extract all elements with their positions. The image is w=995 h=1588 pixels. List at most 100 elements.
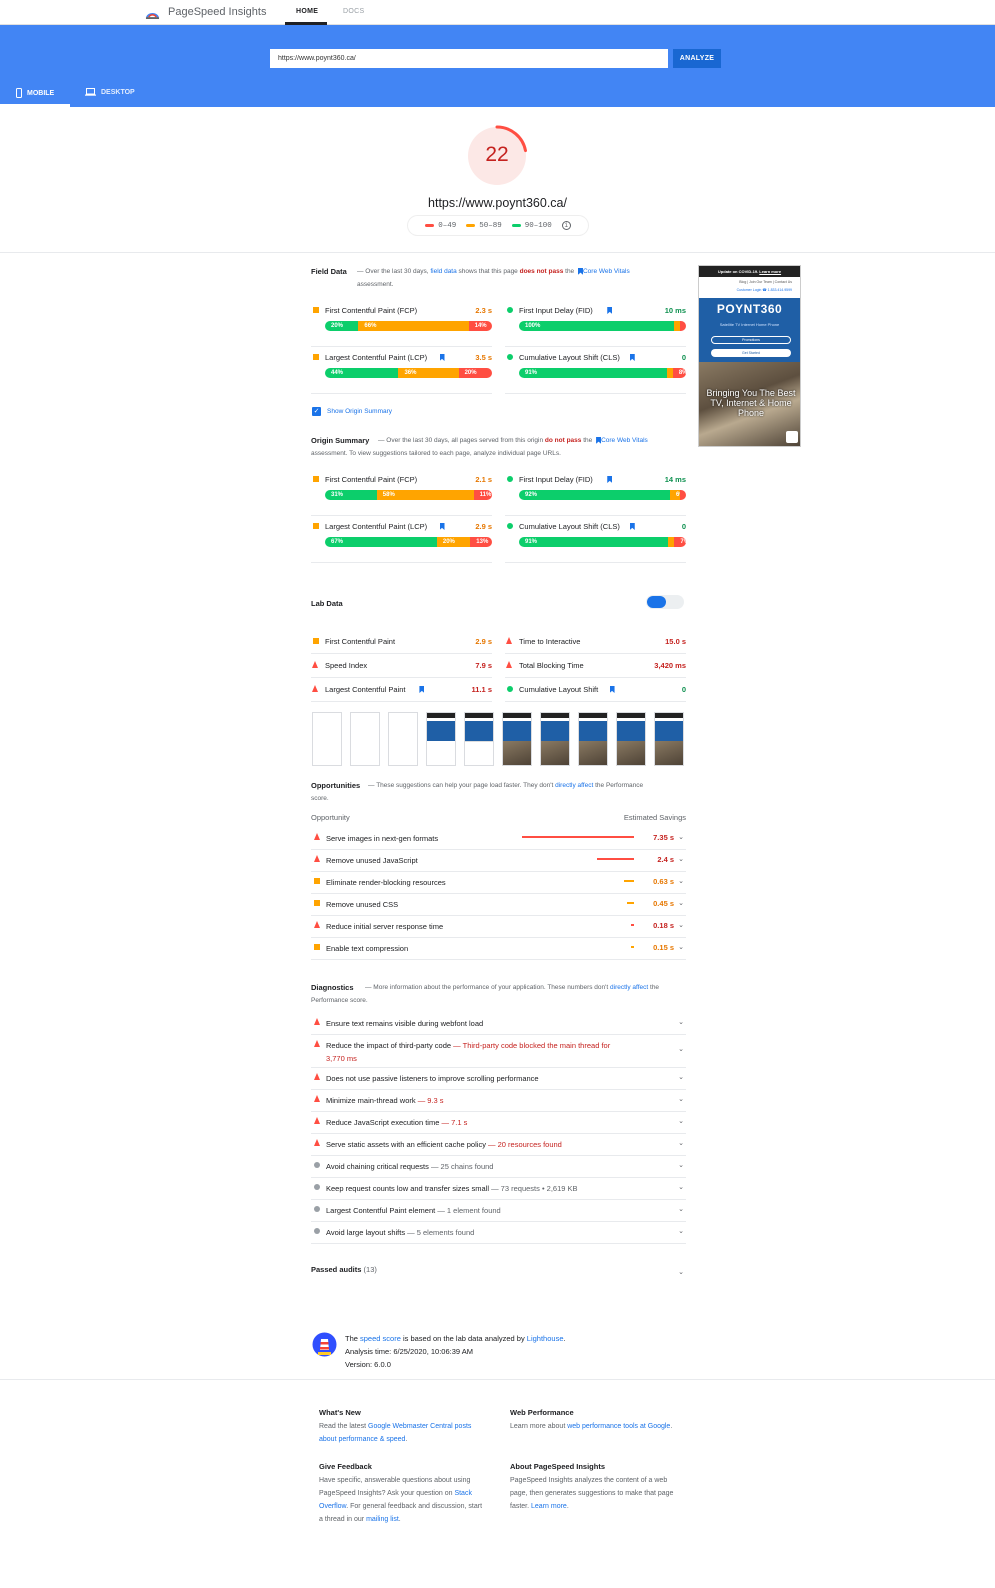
covid-learn-more: Learn more: [759, 269, 782, 274]
metric-status-icon: [507, 523, 513, 529]
distribution-segment: 66%: [358, 321, 469, 331]
opportunity-row[interactable]: Enable text compression 0.15 s ⌄: [311, 938, 686, 960]
diagnostic-row[interactable]: Serve static assets with an efficient ca…: [311, 1134, 686, 1156]
footer-heading: What's New: [319, 1408, 361, 1417]
metric-status-icon: [507, 476, 513, 482]
field-data-description: — Over the last 30 days, field data show…: [357, 267, 630, 288]
bookmark-icon: [609, 686, 615, 693]
savings-bar: [597, 858, 634, 860]
learn-more-link[interactable]: Learn more: [531, 1503, 567, 1510]
diagnostic-row[interactable]: Minimize main-thread work — 9.3 s ⌄: [311, 1090, 686, 1112]
diagnostic-row[interactable]: Avoid large layout shifts — 5 elements f…: [311, 1222, 686, 1244]
chevron-down-icon[interactable]: ⌄: [678, 1183, 684, 1191]
legend-pass-swatch: [511, 224, 521, 227]
opportunity-row[interactable]: Remove unused CSS 0.45 s ⌄: [311, 894, 686, 916]
opportunity-row[interactable]: Remove unused JavaScript 2.4 s ⌄: [311, 850, 686, 872]
chevron-down-icon[interactable]: ⌄: [678, 1139, 684, 1147]
toggle-knob: [647, 596, 666, 608]
nav-home-tab[interactable]: HOME: [296, 8, 318, 15]
lab-metric: Largest Contentful Paint 11.1 s: [311, 678, 492, 702]
app-title[interactable]: PageSpeed Insights: [168, 6, 266, 18]
origin-summary-checkbox[interactable]: ✓: [312, 407, 321, 416]
metric-value: 3,420 ms: [654, 661, 686, 670]
diagnostic-row[interactable]: Largest Contentful Paint element — 1 ele…: [311, 1200, 686, 1222]
chevron-down-icon[interactable]: ⌄: [678, 1045, 684, 1053]
chevron-down-icon[interactable]: ⌄: [678, 855, 684, 863]
distribution-segment: 100%: [519, 321, 674, 331]
analyzed-url: https://www.poynt360.ca/: [428, 196, 567, 210]
diagnostic-row[interactable]: Avoid chaining critical requests — 25 ch…: [311, 1156, 686, 1178]
audit-status-icon: [314, 1139, 320, 1146]
diagnostic-row[interactable]: Reduce JavaScript execution time — 7.1 s…: [311, 1112, 686, 1134]
cwv-metric-card: First Contentful Paint (FCP) 2.1 s 31% 58% 1…: [311, 470, 492, 516]
chevron-down-icon[interactable]: ⌄: [678, 1018, 684, 1026]
web-performance-tools-link[interactable]: web performance tools at Google: [567, 1423, 670, 1430]
nav-docs-tab[interactable]: DOCS: [343, 8, 364, 15]
bookmark-icon: [439, 354, 445, 361]
diagnostic-detail: — 7.1 s: [441, 1118, 468, 1127]
chevron-down-icon[interactable]: ⌄: [678, 1161, 684, 1169]
preview-button-1: Promotions: [711, 336, 791, 344]
affect-link[interactable]: affect: [632, 984, 648, 991]
chevron-down-icon[interactable]: ⌄: [678, 1095, 684, 1103]
passed-audits[interactable]: Passed audits (13): [311, 1265, 377, 1274]
distribution-segment: 20%: [436, 537, 471, 547]
chevron-down-icon[interactable]: ⌄: [678, 1205, 684, 1213]
metric-name: Speed Index: [325, 661, 368, 670]
diagnostic-name: Avoid chaining critical requests: [326, 1162, 429, 1171]
distribution-segment: 20%: [458, 368, 492, 378]
chevron-down-icon[interactable]: ⌄: [678, 1073, 684, 1081]
diagnostic-name: Reduce the impact of third-party code: [326, 1041, 452, 1050]
opportunity-row[interactable]: Serve images in next-gen formats 7.35 s ⌄: [311, 828, 686, 850]
directly-link[interactable]: directly: [610, 984, 631, 991]
diagnostic-text: Ensure text remains visible during webfo…: [326, 1017, 666, 1030]
directly-affect-link[interactable]: directly affect: [555, 782, 593, 789]
url-input[interactable]: [270, 49, 668, 68]
speed-score-link[interactable]: speed score: [360, 1334, 401, 1343]
diagnostic-row[interactable]: Keep request counts low and transfer siz…: [311, 1178, 686, 1200]
savings-bar: [627, 902, 634, 904]
field-data-link[interactable]: field data: [430, 268, 456, 275]
chevron-down-icon[interactable]: ⌄: [678, 899, 684, 907]
opportunity-row[interactable]: Eliminate render-blocking resources 0.63 …: [311, 872, 686, 894]
diagnostic-text: Reduce the impact of third-party code — …: [326, 1039, 666, 1065]
diagnostic-row[interactable]: Reduce the impact of third-party code — …: [311, 1035, 686, 1068]
chevron-down-icon[interactable]: ⌄: [678, 1268, 684, 1276]
chevron-down-icon[interactable]: ⌄: [678, 1227, 684, 1235]
estimated-savings: 2.4 s: [657, 855, 674, 864]
distribution-bar: 92%6%1%: [519, 490, 686, 500]
diagnostic-row[interactable]: Ensure text remains visible during webfo…: [311, 1013, 686, 1035]
score-legend: 0–49 50–89 90–100 i: [408, 216, 588, 235]
savings-bar: [631, 924, 634, 926]
diagnostic-name: Does not use passive listeners to improv…: [326, 1074, 539, 1083]
distribution-segment: [680, 321, 686, 331]
cwv-metric-card: First Input Delay (FID) 14 ms 92%6%1%: [505, 470, 686, 516]
chevron-down-icon[interactable]: ⌄: [678, 833, 684, 841]
origin-summary-label[interactable]: Show Origin Summary: [327, 408, 392, 415]
metric-status-icon: [312, 685, 318, 692]
metric-value: 11.1 s: [471, 685, 492, 694]
tab-desktop[interactable]: DESKTOP: [85, 88, 135, 96]
chevron-down-icon[interactable]: ⌄: [678, 943, 684, 951]
metric-value: 0: [681, 522, 686, 531]
savings-column-header: Estimated Savings: [623, 813, 686, 822]
lighthouse-link[interactable]: Lighthouse: [527, 1334, 564, 1343]
chevron-down-icon[interactable]: ⌄: [678, 877, 684, 885]
footer-heading: Web Performance: [510, 1408, 574, 1417]
chevron-down-icon[interactable]: ⌄: [678, 1117, 684, 1125]
mailing-list-link[interactable]: mailing list: [366, 1516, 399, 1523]
core-web-vitals-link-2[interactable]: Web Vitals: [617, 437, 648, 444]
core-web-vitals-link[interactable]: Core Web Vitals: [583, 268, 630, 275]
preview-brand: POYNT360: [716, 302, 783, 316]
core-web-vitals-link[interactable]: Core: [601, 437, 615, 444]
info-icon[interactable]: i: [561, 221, 571, 230]
metric-name: First Input Delay (FID): [519, 306, 593, 315]
opportunity-row[interactable]: Reduce initial server response time 0.18 …: [311, 916, 686, 938]
analyze-button[interactable]: ANALYZE: [673, 49, 721, 68]
lab-view-toggle[interactable]: [646, 595, 684, 609]
diagnostic-row[interactable]: Does not use passive listeners to improv…: [311, 1068, 686, 1090]
diagnostic-detail: — Third-party code blocked the main thre…: [453, 1041, 611, 1050]
cwv-metric-card: First Contentful Paint (FCP) 2.3 s 20% 66% 1…: [311, 301, 492, 347]
chevron-down-icon[interactable]: ⌄: [678, 921, 684, 929]
tab-mobile[interactable]: MOBILE: [16, 88, 54, 98]
